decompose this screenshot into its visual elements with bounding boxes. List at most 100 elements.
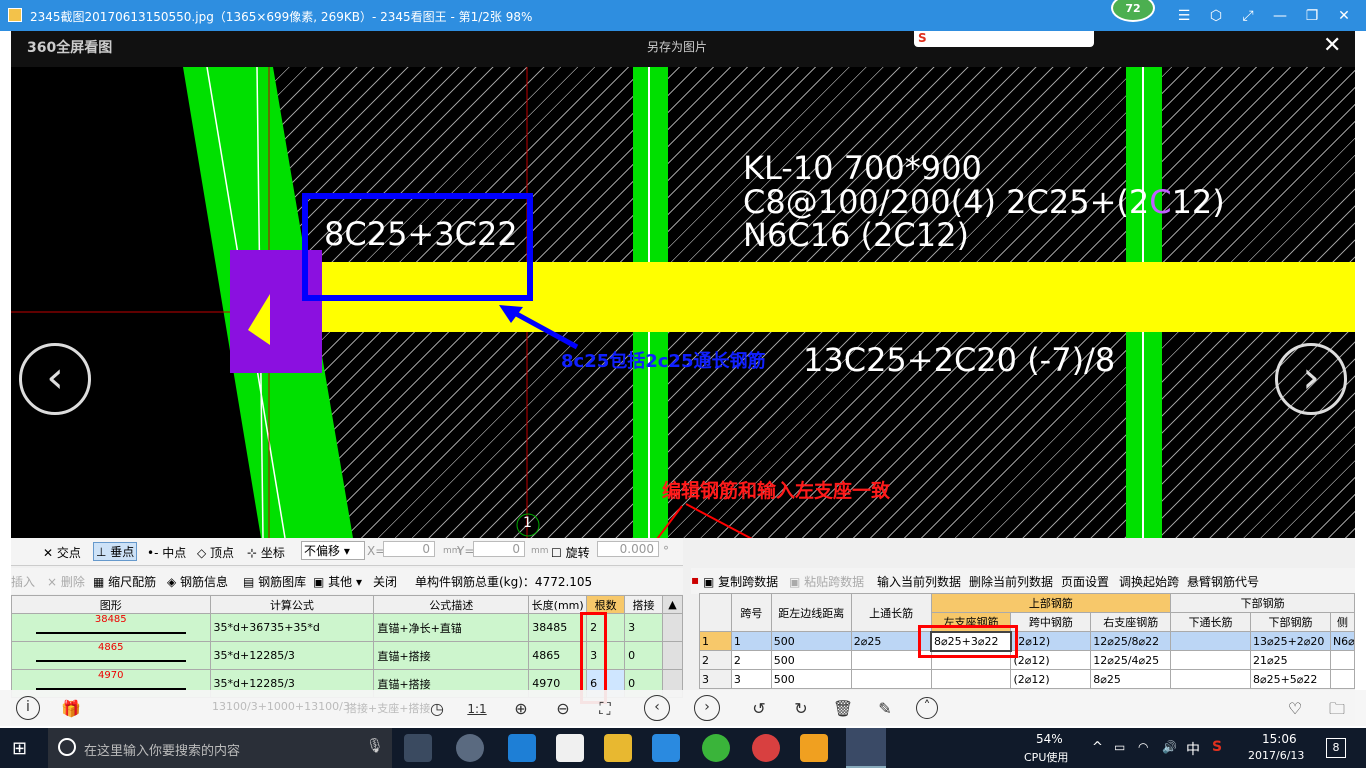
folder-icon[interactable]: 🗀	[1326, 698, 1348, 720]
score-badge[interactable]: 72	[1111, 0, 1155, 22]
notification-icon[interactable]: 8	[1326, 738, 1346, 758]
scale-rebar-button[interactable]: ▦ 缩尺配筋	[93, 573, 156, 590]
table-row[interactable]: 1 1 500 2⌀25 8⌀25+3⌀22 (2⌀12) 12⌀25/8⌀22…	[699, 630, 1356, 652]
app-icon-1[interactable]	[456, 734, 484, 762]
taskview-icon[interactable]	[404, 734, 432, 762]
bottom-through-cell[interactable]	[1170, 650, 1251, 670]
snap-intersection[interactable]: ✕ 交点	[43, 544, 81, 561]
offset-dropdown[interactable]: 不偏移 ▾	[301, 541, 365, 560]
snap-vertex[interactable]: ◇ 顶点	[197, 544, 234, 561]
length-cell[interactable]: 4865	[528, 641, 588, 670]
snap-perpendicular[interactable]: ⊥ 垂点	[93, 542, 138, 561]
rotate-input[interactable]: 0.000	[597, 541, 659, 557]
close-button[interactable]: ✕	[1334, 6, 1354, 26]
ime-indicator[interactable]: 中	[1186, 739, 1200, 759]
page-setup-button[interactable]: 页面设置	[1061, 573, 1109, 590]
mid-cell[interactable]: (2⌀12)	[1010, 631, 1092, 651]
bottom-through-cell[interactable]	[1170, 669, 1251, 689]
edge-icon[interactable]	[508, 734, 536, 762]
copy-span-button[interactable]: ▣ 复制跨数据	[703, 573, 778, 590]
explorer-icon[interactable]	[604, 734, 632, 762]
rebar-info-button[interactable]: ◈ 钢筋信息	[167, 573, 228, 590]
menu-icon[interactable]: ☰	[1174, 6, 1194, 26]
other-menu-button[interactable]: ▣ 其他 ▾	[313, 573, 362, 590]
rotate-checkbox[interactable]: ☐ 旋转	[551, 544, 590, 561]
scroll-up[interactable]: ▲	[661, 595, 684, 614]
edit-icon[interactable]: ✎	[874, 698, 896, 720]
store-icon[interactable]	[556, 734, 584, 762]
mid-cell[interactable]: (2⌀12)	[1010, 669, 1092, 689]
desc-cell[interactable]: 直锚+搭接	[373, 641, 530, 670]
lap-cell[interactable]: 0	[624, 641, 663, 670]
insert-button[interactable]: 插入	[11, 573, 35, 590]
fit-window-icon[interactable]: ⛶	[594, 698, 616, 720]
volume-icon[interactable]: 🔊	[1162, 740, 1177, 754]
mid-cell[interactable]: (2⌀12)	[1010, 650, 1092, 670]
collapse-icon[interactable]: ˄	[916, 697, 938, 719]
formula-cell[interactable]: 35*d+12285/3	[209, 641, 375, 670]
notes-icon[interactable]	[800, 734, 828, 762]
snap-midpoint[interactable]: •- 中点	[147, 544, 186, 561]
prev-icon[interactable]: ‹	[644, 695, 670, 721]
adjust-span-button[interactable]: 调换起始跨	[1119, 573, 1179, 590]
delete-column-button[interactable]: 删除当前列数据	[969, 573, 1053, 590]
table-row[interactable]: 3 3 500 (2⌀12) 8⌀25 8⌀25+5⌀22	[699, 669, 1356, 689]
paste-span-button[interactable]: ▣ 粘贴跨数据	[789, 573, 864, 590]
input-column-button[interactable]: 输入当前列数据	[877, 573, 961, 590]
microphone-icon[interactable]: 🎙	[366, 738, 384, 754]
app-icon-360[interactable]	[702, 734, 730, 762]
lap-cell[interactable]: 3	[624, 613, 663, 642]
next-image-button[interactable]: ›	[1275, 343, 1347, 415]
viewer-taskbar-icon[interactable]	[846, 728, 886, 768]
bottom-cell[interactable]: 13⌀25+2⌀20	[1249, 631, 1331, 651]
bottom-cell[interactable]: 21⌀25	[1249, 650, 1331, 670]
span-cell[interactable]: 3	[730, 669, 772, 689]
distance-cell[interactable]: 500	[770, 650, 852, 670]
skin-icon[interactable]: ⬡	[1206, 6, 1226, 26]
minimize-button[interactable]: —	[1270, 6, 1290, 26]
left-support-cell[interactable]	[930, 669, 1012, 689]
distance-cell[interactable]: 500	[770, 631, 852, 651]
maximize-button[interactable]: ❐	[1302, 6, 1322, 26]
delete-icon[interactable]: 🗑	[832, 698, 854, 720]
gift-icon[interactable]: 🎁	[60, 698, 82, 720]
snap-coordinate[interactable]: ⊹ 坐标	[247, 544, 285, 561]
formula-cell[interactable]: 35*d+36735+35*d	[209, 613, 375, 642]
cantilever-code-button[interactable]: 悬臂钢筋代号	[1187, 573, 1259, 590]
bottom-cell[interactable]: 8⌀25+5⌀22	[1249, 669, 1331, 689]
app-icon-2345[interactable]	[752, 734, 780, 762]
favorite-icon[interactable]: ♡	[1284, 698, 1306, 720]
table-row[interactable]: 2 2 500 (2⌀12) 12⌀25/4⌀25 21⌀25	[699, 650, 1356, 670]
zoom-out-icon[interactable]: ⊖	[552, 698, 574, 720]
info-icon[interactable]: i	[16, 696, 40, 720]
span-cell[interactable]: 2	[730, 650, 772, 670]
fullscreen-icon[interactable]: ⤢	[1238, 6, 1258, 26]
actual-size-button[interactable]: 1:1	[466, 698, 488, 720]
desc-cell[interactable]: 直锚+净长+直锚	[373, 613, 530, 642]
delete-button[interactable]: × 删除	[47, 573, 85, 590]
x-input[interactable]: 0	[383, 541, 435, 557]
bottom-through-cell[interactable]	[1170, 631, 1251, 651]
zoom-in-icon[interactable]: ⊕	[510, 698, 532, 720]
taskbar-search[interactable]: 在这里输入你要搜索的内容 🎙	[48, 728, 392, 768]
top-through-cell[interactable]	[850, 669, 932, 689]
tray-chevron-icon[interactable]: ^	[1092, 740, 1103, 755]
distance-cell[interactable]: 500	[770, 669, 852, 689]
y-input[interactable]: 0	[473, 541, 525, 557]
right-support-cell[interactable]: 12⌀25/8⌀22	[1090, 631, 1172, 651]
right-support-cell[interactable]: 12⌀25/4⌀25	[1090, 650, 1172, 670]
wifi-icon[interactable]: ◠	[1138, 740, 1148, 754]
browser-icon[interactable]	[652, 734, 680, 762]
rotate-right-icon[interactable]: ↻	[790, 698, 812, 720]
close-panel-button[interactable]: 关闭	[373, 573, 397, 590]
next-icon[interactable]: ›	[694, 695, 720, 721]
rebar-library-button[interactable]: ▤ 钢筋图库	[243, 573, 306, 590]
windows-start-icon[interactable]: ⊞	[12, 738, 27, 759]
prev-image-button[interactable]: ‹	[19, 343, 91, 415]
rotate-view-icon[interactable]: ◷	[426, 698, 448, 720]
sogou-icon[interactable]: S	[1212, 739, 1222, 755]
side-cell[interactable]	[1329, 669, 1356, 689]
network-adapter-icon[interactable]: ▭	[1114, 740, 1125, 754]
span-cell[interactable]: 1	[730, 631, 772, 651]
side-cell[interactable]: N6⌀	[1329, 631, 1356, 651]
